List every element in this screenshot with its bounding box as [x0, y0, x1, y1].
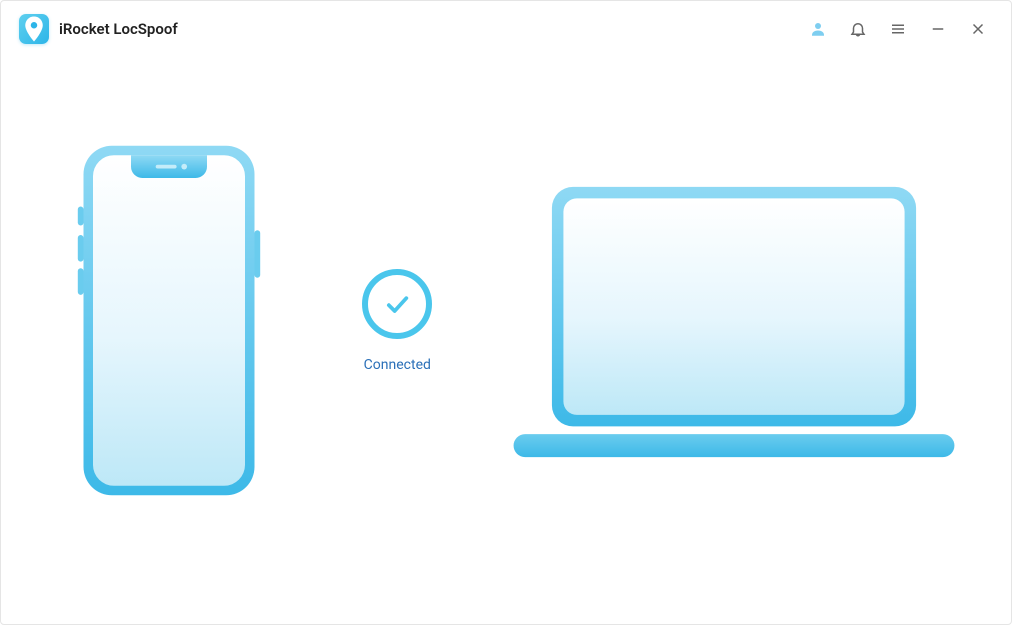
phone-illustration [41, 140, 298, 501]
connection-status: Connected [338, 269, 457, 373]
content-area: Connected [1, 57, 1011, 624]
hamburger-icon [889, 20, 907, 38]
bell-icon [849, 20, 867, 38]
laptop-device-icon [504, 177, 964, 465]
titlebar: iRocket LocSpoof [1, 1, 1011, 57]
user-icon [809, 20, 827, 38]
check-icon [383, 290, 411, 318]
app-window: iRocket LocSpoof [0, 0, 1012, 625]
close-icon [969, 20, 987, 38]
phone-device-icon [74, 140, 264, 501]
minimize-icon [929, 20, 947, 38]
notifications-button[interactable] [843, 14, 873, 44]
close-button[interactable] [963, 14, 993, 44]
app-logo [19, 14, 49, 44]
status-label: Connected [364, 357, 431, 373]
location-pin-icon [19, 14, 49, 44]
laptop-illustration [497, 177, 971, 465]
minimize-button[interactable] [923, 14, 953, 44]
app-title: iRocket LocSpoof [59, 20, 178, 38]
menu-button[interactable] [883, 14, 913, 44]
account-button[interactable] [803, 14, 833, 44]
status-indicator [362, 269, 432, 339]
